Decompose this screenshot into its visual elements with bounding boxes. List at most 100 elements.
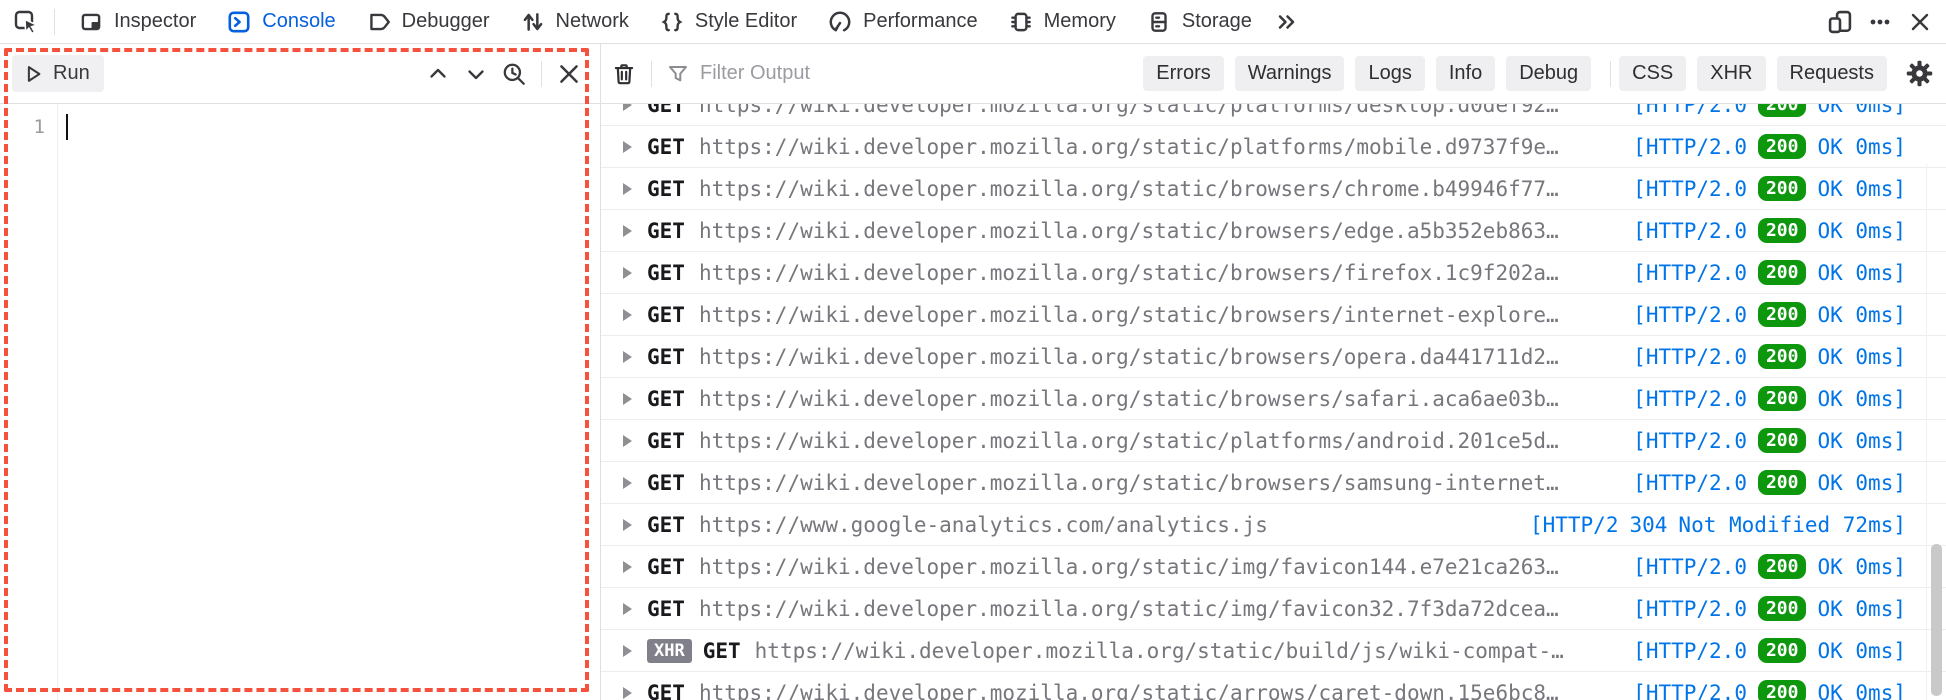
tabs-overflow-button[interactable] <box>1267 4 1307 40</box>
request-method: GET <box>647 345 685 369</box>
toolbar-separator <box>54 9 55 35</box>
request-method: GET <box>647 303 685 327</box>
filter-css-button[interactable]: CSS <box>1619 56 1686 91</box>
history-next-button[interactable] <box>457 56 495 92</box>
network-log-row[interactable]: GET https://wiki.developer.mozilla.org/s… <box>601 546 1946 588</box>
filter-requests-button[interactable]: Requests <box>1777 56 1888 91</box>
reverse-search-button[interactable] <box>495 56 533 92</box>
disclosure-triangle-icon[interactable] <box>623 225 632 237</box>
request-status: [HTTP/2.0 200 OK 0ms] <box>1633 104 1906 117</box>
network-log-row[interactable]: GET https://wiki.developer.mozilla.org/s… <box>601 420 1946 462</box>
disclosure-triangle-icon[interactable] <box>623 687 632 699</box>
request-status: [HTTP/2.0 200 OK 0ms] <box>1633 680 1906 700</box>
request-url[interactable]: https://www.google-analytics.com/analyti… <box>699 513 1518 537</box>
network-log-row[interactable]: GET https://wiki.developer.mozilla.org/s… <box>601 210 1946 252</box>
clear-console-button[interactable] <box>605 56 643 92</box>
status-text: OK 0ms] <box>1817 681 1906 700</box>
status-text: OK 0ms] <box>1817 555 1906 579</box>
tab-storage[interactable]: Storage <box>1131 0 1267 44</box>
request-url[interactable]: https://wiki.developer.mozilla.org/stati… <box>699 555 1621 579</box>
network-log-row[interactable]: GET https://wiki.developer.mozilla.org/s… <box>601 126 1946 168</box>
history-previous-button[interactable] <box>419 56 457 92</box>
request-url[interactable]: https://wiki.developer.mozilla.org/stati… <box>699 219 1621 243</box>
request-url[interactable]: https://wiki.developer.mozilla.org/stati… <box>699 471 1621 495</box>
filter-errors-button[interactable]: Errors <box>1143 56 1223 91</box>
close-editor-button[interactable] <box>550 56 588 92</box>
chevron-down-icon <box>464 62 488 86</box>
disclosure-triangle-icon[interactable] <box>623 267 632 279</box>
filter-output-input[interactable] <box>700 62 1143 85</box>
network-log-row[interactable]: GET https://wiki.developer.mozilla.org/s… <box>601 588 1946 630</box>
devtools-tabbar: Inspector Console Debugger Network <box>0 0 1946 44</box>
disclosure-triangle-icon[interactable] <box>623 183 632 195</box>
request-url[interactable]: https://wiki.developer.mozilla.org/stati… <box>755 639 1622 663</box>
tab-debugger[interactable]: Debugger <box>351 0 505 44</box>
disclosure-triangle-icon[interactable] <box>623 309 632 321</box>
disclosure-triangle-icon[interactable] <box>623 351 632 363</box>
network-log-row[interactable]: GET https://wiki.developer.mozilla.org/s… <box>601 252 1946 294</box>
disclosure-triangle-icon[interactable] <box>623 519 632 531</box>
disclosure-triangle-icon[interactable] <box>623 435 632 447</box>
filter-warnings-button[interactable]: Warnings <box>1235 56 1345 91</box>
status-protocol: [HTTP/2.0 <box>1633 345 1747 369</box>
request-method: GET <box>647 104 685 117</box>
disclosure-triangle-icon[interactable] <box>623 561 632 573</box>
editor-body: 1 <box>0 104 600 700</box>
run-button[interactable]: Run <box>12 55 104 92</box>
tab-performance[interactable]: Performance <box>812 0 993 44</box>
tab-memory[interactable]: Memory <box>993 0 1131 44</box>
filter-xhr-button[interactable]: XHR <box>1697 56 1765 91</box>
request-url[interactable]: https://wiki.developer.mozilla.org/stati… <box>699 177 1621 201</box>
disclosure-triangle-icon[interactable] <box>623 104 632 111</box>
network-log-row[interactable]: XHR GET https://wiki.developer.mozilla.o… <box>601 630 1946 672</box>
request-method: GET <box>647 597 685 621</box>
network-log-row[interactable]: GET https://wiki.developer.mozilla.org/s… <box>601 336 1946 378</box>
console-main-area: Run <box>0 44 1946 700</box>
disclosure-triangle-icon[interactable] <box>623 141 632 153</box>
status-code-badge: 200 <box>1758 218 1807 243</box>
memory-icon <box>1008 9 1034 35</box>
responsive-design-mode-button[interactable] <box>1820 4 1860 40</box>
tab-network[interactable]: Network <box>505 0 644 44</box>
request-url[interactable]: https://wiki.developer.mozilla.org/stati… <box>699 104 1621 117</box>
performance-icon <box>827 9 853 35</box>
disclosure-triangle-icon[interactable] <box>623 477 632 489</box>
network-log-row[interactable]: GET https://wiki.developer.mozilla.org/s… <box>601 104 1946 126</box>
request-url[interactable]: https://wiki.developer.mozilla.org/stati… <box>699 429 1621 453</box>
disclosure-triangle-icon[interactable] <box>623 393 632 405</box>
tab-style-editor[interactable]: Style Editor <box>644 0 812 44</box>
filter-debug-button[interactable]: Debug <box>1506 56 1591 91</box>
close-devtools-button[interactable] <box>1900 4 1940 40</box>
network-log-row[interactable]: GET https://wiki.developer.mozilla.org/s… <box>601 672 1946 700</box>
network-log-row[interactable]: GET https://wiki.developer.mozilla.org/s… <box>601 168 1946 210</box>
network-log-row[interactable]: GET https://wiki.developer.mozilla.org/s… <box>601 378 1946 420</box>
request-url[interactable]: https://wiki.developer.mozilla.org/stati… <box>699 597 1621 621</box>
disclosure-triangle-icon[interactable] <box>623 603 632 615</box>
network-log-row[interactable]: GET https://wiki.developer.mozilla.org/s… <box>601 462 1946 504</box>
request-url[interactable]: https://wiki.developer.mozilla.org/stati… <box>699 387 1621 411</box>
editor-code-input[interactable] <box>58 104 600 700</box>
filter-info-button[interactable]: Info <box>1436 56 1495 91</box>
status-text: OK 0ms] <box>1817 303 1906 327</box>
scrollbar-thumb[interactable] <box>1931 544 1942 696</box>
status-protocol: [HTTP/2.0 <box>1633 135 1747 159</box>
console-settings-button[interactable] <box>1900 56 1938 92</box>
tab-console[interactable]: Console <box>211 0 350 44</box>
tab-inspector[interactable]: Inspector <box>63 0 211 44</box>
request-url[interactable]: https://wiki.developer.mozilla.org/stati… <box>699 303 1621 327</box>
request-url[interactable]: https://wiki.developer.mozilla.org/stati… <box>699 135 1621 159</box>
request-method: GET <box>703 639 741 663</box>
request-url[interactable]: https://wiki.developer.mozilla.org/stati… <box>699 261 1621 285</box>
status-code-badge: 200 <box>1758 104 1807 117</box>
network-log-row[interactable]: GET https://www.google-analytics.com/ana… <box>601 504 1946 546</box>
request-url[interactable]: https://wiki.developer.mozilla.org/stati… <box>699 345 1621 369</box>
request-status: [HTTP/2.0 200 OK 0ms] <box>1633 176 1906 201</box>
request-url[interactable]: https://wiki.developer.mozilla.org/stati… <box>699 681 1621 700</box>
style-editor-icon <box>659 9 685 35</box>
network-log-row[interactable]: GET https://wiki.developer.mozilla.org/s… <box>601 294 1946 336</box>
filter-logs-button[interactable]: Logs <box>1355 56 1424 91</box>
disclosure-triangle-icon[interactable] <box>623 645 632 657</box>
node-picker-button[interactable] <box>6 4 46 40</box>
devtools-menu-button[interactable] <box>1860 4 1900 40</box>
editor-line-gutter: 1 <box>0 104 58 700</box>
